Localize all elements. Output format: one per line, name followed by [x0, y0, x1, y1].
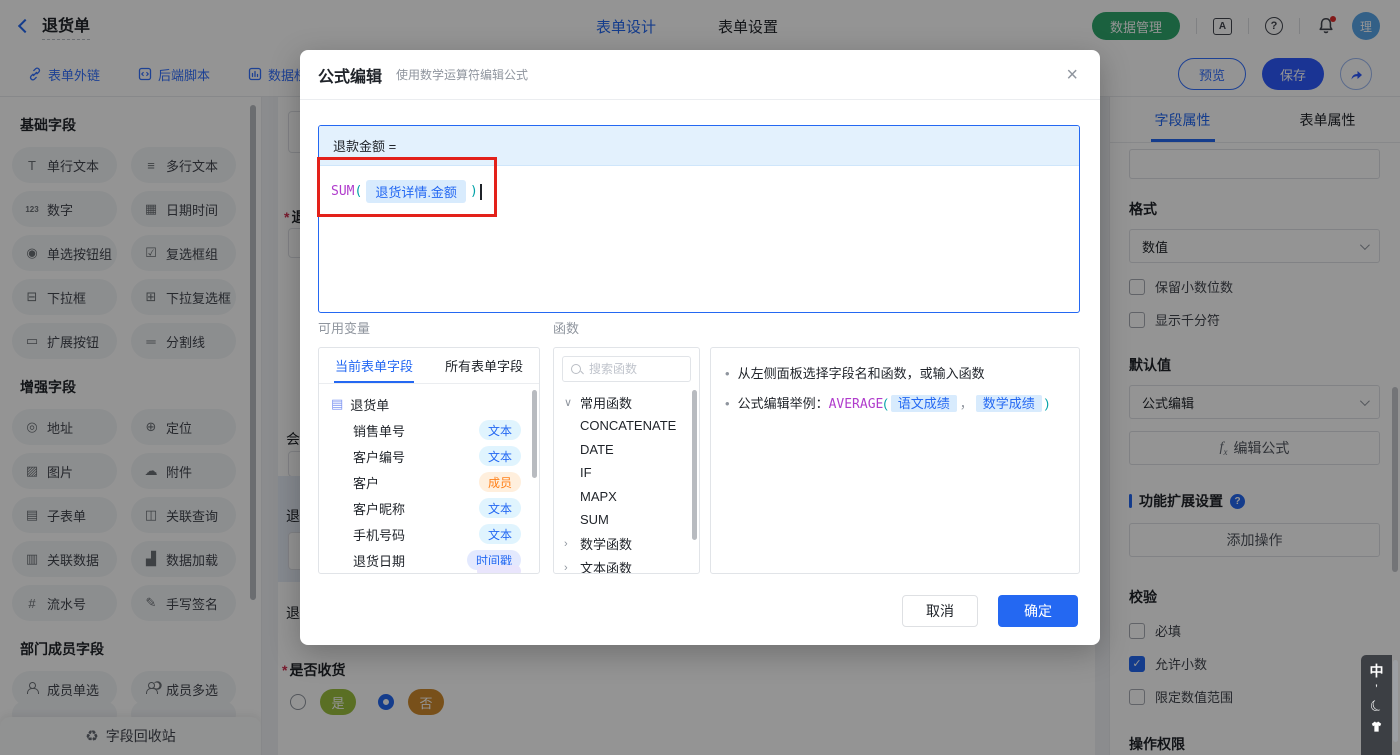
function-search: [562, 356, 691, 382]
functions-panel-label: 函数: [553, 321, 580, 336]
type-badge: 文本: [478, 420, 521, 440]
ime-toolbar[interactable]: 中 ’ ☾: [1361, 655, 1392, 755]
help-example: • 公式编辑举例：AVERAGE(语文成绩，数学成绩): [725, 395, 1050, 412]
type-badge: 文本: [478, 498, 521, 518]
tab-all-form-fields[interactable]: 所有表单字段: [429, 348, 539, 383]
confirm-button[interactable]: 确定: [998, 595, 1078, 627]
cancel-button[interactable]: 取消: [902, 595, 978, 627]
ime-separator-icon: ’: [1375, 682, 1378, 696]
function-item[interactable]: SUM: [564, 508, 699, 532]
function-item[interactable]: MAPX: [564, 485, 699, 509]
formula-target: 退款金额 =: [319, 126, 1079, 166]
variable-item[interactable]: 手机号码 文本: [331, 521, 529, 547]
formula-editor-modal: 公式编辑 使用数学运算符编辑公式 × 退款金额 = SUM(退货详情.金额) 可…: [300, 50, 1100, 645]
clipped-badge: [477, 565, 521, 573]
close-icon[interactable]: ×: [1066, 65, 1078, 85]
page-scrollbar[interactable]: [1393, 660, 1398, 742]
function-item[interactable]: DATE: [564, 438, 699, 462]
functions-scrollbar[interactable]: [692, 390, 697, 540]
formula-editor-box[interactable]: 退款金额 = SUM(退货详情.金额): [318, 125, 1080, 313]
formula-function-token: SUM: [331, 184, 355, 199]
function-group-text[interactable]: › 文本函数: [564, 556, 699, 574]
search-icon: [570, 363, 583, 376]
formula-expression[interactable]: SUM(退货详情.金额): [319, 166, 1079, 217]
variables-panel-label: 可用变量: [318, 321, 371, 336]
function-item[interactable]: IF: [564, 461, 699, 485]
form-node[interactable]: ▤ 退货单: [331, 391, 529, 417]
modal-header: 公式编辑 使用数学运算符编辑公式 ×: [300, 50, 1100, 100]
chevron-collapsed-icon: ›: [564, 537, 568, 550]
variable-item[interactable]: 客户昵称 文本: [331, 495, 529, 521]
ime-language-indicator[interactable]: 中: [1370, 661, 1384, 681]
function-search-input[interactable]: [589, 362, 683, 376]
tab-current-form-fields[interactable]: 当前表单字段: [319, 348, 429, 383]
modal-footer: 取消 确定: [902, 595, 1078, 627]
variables-list: ▤ 退货单 销售单号 文本 客户编号 文本 客户 成员 客户昵称 文本 手机号码 文本 退…: [319, 384, 539, 573]
function-group-math[interactable]: › 数学函数: [564, 532, 699, 556]
type-badge: 成员: [478, 472, 521, 492]
function-group-common[interactable]: ∨ 常用函数: [564, 390, 699, 414]
chevron-expanded-icon: ∨: [564, 396, 573, 409]
example-function-token: AVERAGE: [828, 397, 884, 412]
modal-title: 公式编辑: [318, 68, 383, 86]
formula-field-token[interactable]: 退货详情.金额: [366, 180, 466, 203]
modal-subtitle: 使用数学运算符编辑公式: [396, 68, 529, 82]
form-doc-icon: ▤: [331, 396, 344, 411]
variables-scrollbar[interactable]: [532, 390, 537, 478]
variable-item[interactable]: 销售单号 文本: [331, 417, 529, 443]
variables-box: 当前表单字段 所有表单字段 ▤ 退货单 销售单号 文本 客户编号 文本 客户 成员 客…: [318, 347, 540, 574]
functions-box: ∨常用函数 CONCATENATE DATE IF MAPX SUM ›数学函数…: [553, 347, 700, 574]
function-list: ∨ 常用函数 CONCATENATE DATE IF MAPX SUM › 数学函数…: [554, 388, 699, 574]
text-cursor: [479, 183, 482, 200]
function-item[interactable]: CONCATENATE: [564, 414, 699, 438]
chevron-collapsed-icon: ›: [564, 561, 568, 574]
type-badge: 文本: [478, 446, 521, 466]
skin-shirt-icon[interactable]: [1369, 720, 1384, 733]
app-root: 退货单 表单设计 表单设置 数据管理 A ? 理 表单外链 后端脚本 数据权 预…: [0, 0, 1400, 755]
moon-icon[interactable]: ☾: [1366, 695, 1387, 717]
type-badge: 文本: [478, 524, 521, 544]
variable-item[interactable]: 客户编号 文本: [331, 443, 529, 469]
example-field-token: 语文成绩: [890, 395, 957, 412]
formula-help-box: • 从左侧面板选择字段名和函数，或输入函数 • 公式编辑举例：AVERAGE(语…: [710, 347, 1080, 574]
variable-item[interactable]: 客户 成员: [331, 469, 529, 495]
example-field-token: 数学成绩: [975, 395, 1042, 412]
variables-tabs: 当前表单字段 所有表单字段: [319, 348, 539, 384]
help-tip: • 从左侧面板选择字段名和函数，或输入函数: [725, 366, 985, 381]
